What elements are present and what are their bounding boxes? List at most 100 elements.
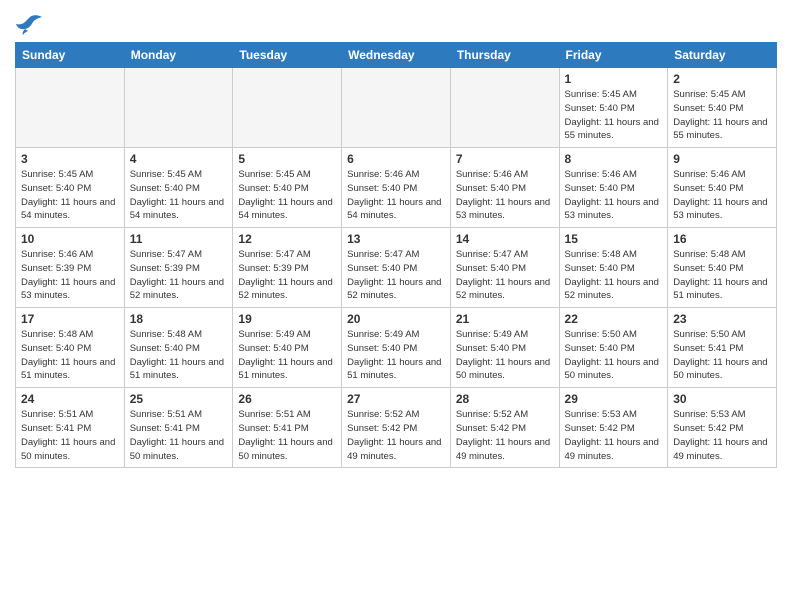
- calendar-cell: 16 Sunrise: 5:48 AM Sunset: 5:40 PM Dayli…: [668, 228, 777, 308]
- day-info: Sunrise: 5:47 AM Sunset: 5:39 PM Dayligh…: [130, 248, 228, 303]
- logo: [15, 10, 47, 36]
- day-number: 12: [238, 232, 336, 246]
- day-info: Sunrise: 5:48 AM Sunset: 5:40 PM Dayligh…: [673, 248, 771, 303]
- day-info: Sunrise: 5:47 AM Sunset: 5:40 PM Dayligh…: [456, 248, 554, 303]
- day-number: 20: [347, 312, 445, 326]
- day-number: 6: [347, 152, 445, 166]
- day-info: Sunrise: 5:45 AM Sunset: 5:40 PM Dayligh…: [238, 168, 336, 223]
- calendar-cell: 1 Sunrise: 5:45 AM Sunset: 5:40 PM Daylig…: [559, 68, 668, 148]
- day-number: 3: [21, 152, 119, 166]
- week-row-3: 10 Sunrise: 5:46 AM Sunset: 5:39 PM Dayli…: [16, 228, 777, 308]
- day-number: 5: [238, 152, 336, 166]
- day-number: 28: [456, 392, 554, 406]
- day-info: Sunrise: 5:49 AM Sunset: 5:40 PM Dayligh…: [347, 328, 445, 383]
- day-info: Sunrise: 5:49 AM Sunset: 5:40 PM Dayligh…: [238, 328, 336, 383]
- calendar-cell: 26 Sunrise: 5:51 AM Sunset: 5:41 PM Dayli…: [233, 388, 342, 468]
- day-number: 29: [565, 392, 663, 406]
- week-row-2: 3 Sunrise: 5:45 AM Sunset: 5:40 PM Daylig…: [16, 148, 777, 228]
- day-number: 19: [238, 312, 336, 326]
- day-info: Sunrise: 5:52 AM Sunset: 5:42 PM Dayligh…: [456, 408, 554, 463]
- calendar-cell: 5 Sunrise: 5:45 AM Sunset: 5:40 PM Daylig…: [233, 148, 342, 228]
- day-info: Sunrise: 5:51 AM Sunset: 5:41 PM Dayligh…: [238, 408, 336, 463]
- day-number: 10: [21, 232, 119, 246]
- day-number: 11: [130, 232, 228, 246]
- calendar-cell: 18Sunrise: 5:48 AM Sunset: 5:40 PM Dayli…: [124, 308, 233, 388]
- calendar-cell: 8Sunrise: 5:46 AM Sunset: 5:40 PM Daylig…: [559, 148, 668, 228]
- week-row-1: 1 Sunrise: 5:45 AM Sunset: 5:40 PM Daylig…: [16, 68, 777, 148]
- calendar-cell: [124, 68, 233, 148]
- day-number: 24: [21, 392, 119, 406]
- calendar-cell: [450, 68, 559, 148]
- day-header-thursday: Thursday: [450, 43, 559, 68]
- day-info: Sunrise: 5:46 AM Sunset: 5:40 PM Dayligh…: [456, 168, 554, 223]
- day-number: 2: [673, 72, 771, 86]
- calendar-cell: 28 Sunrise: 5:52 AM Sunset: 5:42 PM Dayli…: [450, 388, 559, 468]
- calendar-cell: 14 Sunrise: 5:47 AM Sunset: 5:40 PM Dayli…: [450, 228, 559, 308]
- calendar-cell: 27 Sunrise: 5:52 AM Sunset: 5:42 PM Dayli…: [342, 388, 451, 468]
- day-number: 25: [130, 392, 228, 406]
- day-info: Sunrise: 5:46 AM Sunset: 5:40 PM Dayligh…: [347, 168, 445, 223]
- calendar-cell: 19 Sunrise: 5:49 AM Sunset: 5:40 PM Dayli…: [233, 308, 342, 388]
- calendar-cell: 9 Sunrise: 5:46 AM Sunset: 5:40 PM Daylig…: [668, 148, 777, 228]
- day-info: Sunrise: 5:45 AM Sunset: 5:40 PM Dayligh…: [21, 168, 119, 223]
- calendar-cell: 20 Sunrise: 5:49 AM Sunset: 5:40 PM Dayli…: [342, 308, 451, 388]
- calendar-cell: 4 Sunrise: 5:45 AM Sunset: 5:40 PM Daylig…: [124, 148, 233, 228]
- day-header-sunday: Sunday: [16, 43, 125, 68]
- day-info: Sunrise: 5:49 AM Sunset: 5:40 PM Dayligh…: [456, 328, 554, 383]
- calendar-cell: 2 Sunrise: 5:45 AM Sunset: 5:40 PM Daylig…: [668, 68, 777, 148]
- calendar-table: SundayMondayTuesdayWednesdayThursdayFrid…: [15, 42, 777, 468]
- day-number: 17: [21, 312, 119, 326]
- day-number: 4: [130, 152, 228, 166]
- calendar-cell: 21 Sunrise: 5:49 AM Sunset: 5:40 PM Dayli…: [450, 308, 559, 388]
- day-info: Sunrise: 5:51 AM Sunset: 5:41 PM Dayligh…: [130, 408, 228, 463]
- calendar-cell: 30 Sunrise: 5:53 AM Sunset: 5:42 PM Dayli…: [668, 388, 777, 468]
- day-info: Sunrise: 5:52 AM Sunset: 5:42 PM Dayligh…: [347, 408, 445, 463]
- day-number: 9: [673, 152, 771, 166]
- day-number: 1: [565, 72, 663, 86]
- calendar-cell: [342, 68, 451, 148]
- calendar-cell: [233, 68, 342, 148]
- day-header-saturday: Saturday: [668, 43, 777, 68]
- day-info: Sunrise: 5:45 AM Sunset: 5:40 PM Dayligh…: [565, 88, 663, 143]
- day-number: 22: [565, 312, 663, 326]
- page-header: [15, 10, 777, 36]
- week-row-4: 17 Sunrise: 5:48 AM Sunset: 5:40 PM Dayli…: [16, 308, 777, 388]
- day-info: Sunrise: 5:50 AM Sunset: 5:40 PM Dayligh…: [565, 328, 663, 383]
- calendar-cell: 11 Sunrise: 5:47 AM Sunset: 5:39 PM Dayli…: [124, 228, 233, 308]
- day-info: Sunrise: 5:46 AM Sunset: 5:39 PM Dayligh…: [21, 248, 119, 303]
- calendar-header: SundayMondayTuesdayWednesdayThursdayFrid…: [16, 43, 777, 68]
- day-header-tuesday: Tuesday: [233, 43, 342, 68]
- day-number: 16: [673, 232, 771, 246]
- day-info: Sunrise: 5:45 AM Sunset: 5:40 PM Dayligh…: [673, 88, 771, 143]
- day-number: 30: [673, 392, 771, 406]
- calendar-cell: 12 Sunrise: 5:47 AM Sunset: 5:39 PM Dayli…: [233, 228, 342, 308]
- calendar-cell: 3 Sunrise: 5:45 AM Sunset: 5:40 PM Daylig…: [16, 148, 125, 228]
- calendar-cell: 25 Sunrise: 5:51 AM Sunset: 5:41 PM Dayli…: [124, 388, 233, 468]
- calendar-cell: 6 Sunrise: 5:46 AM Sunset: 5:40 PM Daylig…: [342, 148, 451, 228]
- day-number: 23: [673, 312, 771, 326]
- day-info: Sunrise: 5:53 AM Sunset: 5:42 PM Dayligh…: [673, 408, 771, 463]
- week-row-5: 24 Sunrise: 5:51 AM Sunset: 5:41 PM Dayli…: [16, 388, 777, 468]
- day-number: 21: [456, 312, 554, 326]
- day-info: Sunrise: 5:53 AM Sunset: 5:42 PM Dayligh…: [565, 408, 663, 463]
- day-info: Sunrise: 5:45 AM Sunset: 5:40 PM Dayligh…: [130, 168, 228, 223]
- calendar-cell: 13Sunrise: 5:47 AM Sunset: 5:40 PM Dayli…: [342, 228, 451, 308]
- calendar-cell: 23 Sunrise: 5:50 AM Sunset: 5:41 PM Dayli…: [668, 308, 777, 388]
- day-number: 14: [456, 232, 554, 246]
- day-number: 27: [347, 392, 445, 406]
- day-info: Sunrise: 5:46 AM Sunset: 5:40 PM Dayligh…: [673, 168, 771, 223]
- day-number: 18: [130, 312, 228, 326]
- day-info: Sunrise: 5:51 AM Sunset: 5:41 PM Dayligh…: [21, 408, 119, 463]
- calendar-cell: 29 Sunrise: 5:53 AM Sunset: 5:42 PM Dayli…: [559, 388, 668, 468]
- day-info: Sunrise: 5:48 AM Sunset: 5:40 PM Dayligh…: [21, 328, 119, 383]
- calendar-cell: 22 Sunrise: 5:50 AM Sunset: 5:40 PM Dayli…: [559, 308, 668, 388]
- day-number: 7: [456, 152, 554, 166]
- calendar-cell: 24 Sunrise: 5:51 AM Sunset: 5:41 PM Dayli…: [16, 388, 125, 468]
- calendar-cell: 10 Sunrise: 5:46 AM Sunset: 5:39 PM Dayli…: [16, 228, 125, 308]
- day-info: Sunrise: 5:50 AM Sunset: 5:41 PM Dayligh…: [673, 328, 771, 383]
- day-number: 26: [238, 392, 336, 406]
- calendar-cell: 17 Sunrise: 5:48 AM Sunset: 5:40 PM Dayli…: [16, 308, 125, 388]
- logo-icon: [15, 14, 43, 36]
- day-info: Sunrise: 5:47 AM Sunset: 5:39 PM Dayligh…: [238, 248, 336, 303]
- calendar-cell: 7 Sunrise: 5:46 AM Sunset: 5:40 PM Daylig…: [450, 148, 559, 228]
